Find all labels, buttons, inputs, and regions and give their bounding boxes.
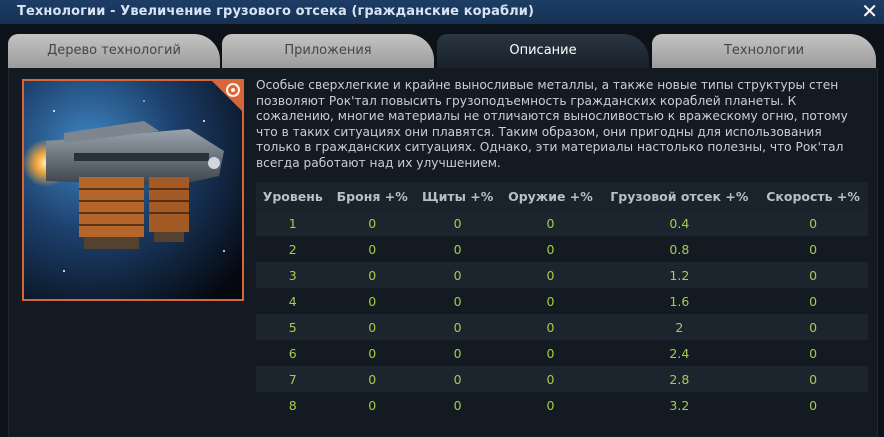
cell-cargo: 3.2: [600, 392, 759, 418]
cell-armor: 0: [329, 262, 415, 288]
table-row: 4 0 0 0 1.6 0: [256, 288, 868, 314]
close-icon[interactable]: ✕: [861, 0, 878, 22]
cell-cargo: 0.8: [600, 236, 759, 262]
tab-applications[interactable]: Приложения: [222, 34, 434, 68]
cargo-ship-icon: [22, 79, 244, 301]
cell-level: 7: [256, 366, 330, 392]
cell-shields: 0: [414, 392, 501, 418]
cell-cargo: 2.8: [600, 366, 759, 392]
cell-weapons: 0: [500, 262, 601, 288]
cell-armor: 0: [329, 210, 415, 236]
description-text: Особые сверхлегкие и крайне выносливые м…: [256, 78, 848, 170]
ship-illustration: [24, 81, 242, 299]
cell-weapons: 0: [500, 392, 601, 418]
cell-armor: 0: [329, 314, 415, 340]
tab-technologies[interactable]: Технологии: [652, 34, 876, 68]
cell-level: 5: [256, 314, 330, 340]
cell-speed: 0: [758, 288, 868, 314]
col-header-weapons: Оружие +%: [500, 182, 601, 210]
cell-shields: 0: [414, 262, 501, 288]
cell-cargo: 2: [600, 314, 759, 340]
cell-cargo: 2.4: [600, 340, 759, 366]
cell-weapons: 0: [500, 210, 601, 236]
cell-level: 3: [256, 262, 330, 288]
cell-speed: 0: [758, 392, 868, 418]
cell-speed: 0: [758, 366, 868, 392]
cell-shields: 0: [414, 314, 501, 340]
cell-armor: 0: [329, 288, 415, 314]
cell-weapons: 0: [500, 314, 601, 340]
cell-cargo: 1.6: [600, 288, 759, 314]
cell-level: 8: [256, 392, 330, 418]
cell-shields: 0: [414, 340, 501, 366]
table-row: 8 0 0 0 3.2 0: [256, 392, 868, 418]
cell-armor: 0: [329, 366, 415, 392]
table-header-row: Уровень Броня +% Щиты +% Оружие +% Грузо…: [256, 182, 868, 210]
cell-shields: 0: [414, 210, 501, 236]
cell-level: 4: [256, 288, 330, 314]
col-header-speed: Скорость +%: [758, 182, 868, 210]
cell-speed: 0: [758, 236, 868, 262]
cell-weapons: 0: [500, 288, 601, 314]
cell-speed: 0: [758, 262, 868, 288]
cell-weapons: 0: [500, 236, 601, 262]
cell-level: 6: [256, 340, 330, 366]
tab-bar: Дерево технологий Приложения Описание Те…: [0, 24, 884, 68]
table-row: 5 0 0 0 2 0: [256, 314, 868, 340]
cell-level: 1: [256, 210, 330, 236]
col-header-armor: Броня +%: [329, 182, 415, 210]
cell-armor: 0: [329, 392, 415, 418]
gear-badge-icon: [212, 81, 242, 111]
cell-speed: 0: [758, 314, 868, 340]
col-header-shields: Щиты +%: [414, 182, 501, 210]
table-row: 2 0 0 0 0.8 0: [256, 236, 868, 262]
title-bar: Технологии - Увеличение грузового отсека…: [0, 0, 884, 25]
col-header-cargo: Грузовой отсек +%: [600, 182, 759, 210]
table-row: 3 0 0 0 1.2 0: [256, 262, 868, 288]
table-row: 7 0 0 0 2.8 0: [256, 366, 868, 392]
cell-cargo: 0.4: [600, 210, 759, 236]
levels-table: Уровень Броня +% Щиты +% Оружие +% Грузо…: [256, 182, 868, 418]
cell-armor: 0: [329, 340, 415, 366]
cell-speed: 0: [758, 210, 868, 236]
cell-level: 2: [256, 236, 330, 262]
window-title: Технологии - Увеличение грузового отсека…: [17, 4, 535, 19]
cell-shields: 0: [414, 366, 501, 392]
cell-speed: 0: [758, 340, 868, 366]
cell-cargo: 1.2: [600, 262, 759, 288]
cell-shields: 0: [414, 288, 501, 314]
table-row: 1 0 0 0 0.4 0: [256, 210, 868, 236]
tab-tech-tree[interactable]: Дерево технологий: [8, 34, 220, 68]
col-header-level: Уровень: [256, 182, 330, 210]
tab-description[interactable]: Описание: [437, 34, 649, 68]
cell-shields: 0: [414, 236, 501, 262]
table-row: 6 0 0 0 2.4 0: [256, 340, 868, 366]
cell-armor: 0: [329, 236, 415, 262]
cell-weapons: 0: [500, 366, 601, 392]
cell-weapons: 0: [500, 340, 601, 366]
